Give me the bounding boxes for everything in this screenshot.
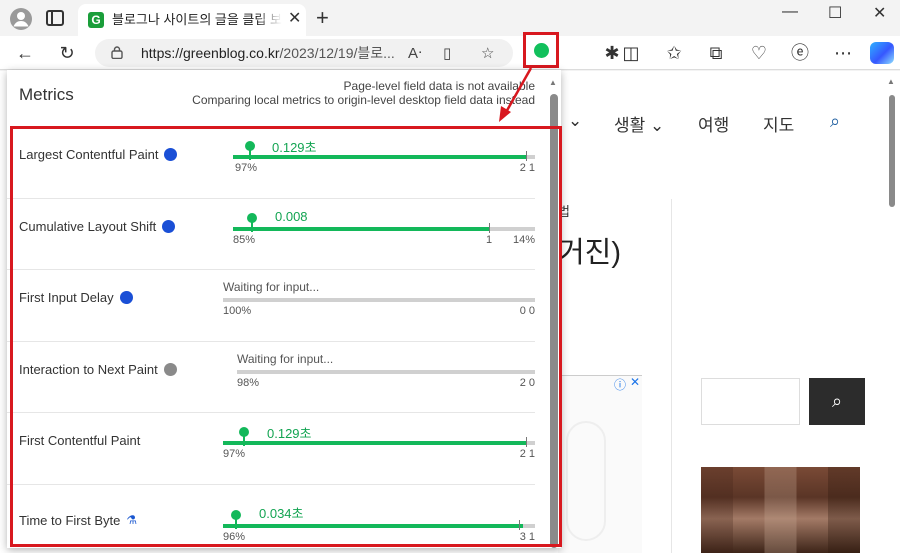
tab-actions-icon[interactable] (46, 10, 64, 26)
new-tab-icon[interactable]: + (316, 7, 329, 29)
lock-icon[interactable] (111, 46, 123, 59)
health-icon[interactable]: ♡ (748, 42, 770, 64)
ad-close-icon[interactable]: ✕ (630, 375, 640, 389)
nav-item-travel[interactable]: 여행 (698, 111, 729, 136)
nav-item-prev[interactable]: ⌄ (568, 111, 582, 131)
ad-graphic (566, 421, 606, 541)
favorites-icon[interactable]: ✩ (663, 42, 685, 64)
nav-item-map[interactable]: 지도 (763, 111, 794, 136)
page-scrollbar-thumb[interactable] (889, 95, 895, 207)
scroll-up-icon[interactable]: ▲ (887, 77, 895, 86)
read-aloud-icon[interactable]: Aᐧ (408, 44, 422, 62)
highlight-frame (10, 126, 562, 547)
refresh-icon[interactable]: ↻ (56, 42, 78, 64)
profile-icon[interactable] (10, 8, 32, 30)
sidebar-search-button[interactable]: ⌕ (809, 378, 865, 425)
collections-icon[interactable]: ⧉ (705, 42, 727, 64)
field-data-note: Page-level field data is not available C… (192, 79, 535, 107)
web-vitals-extension-button[interactable] (523, 32, 559, 68)
split-screen-icon[interactable]: ◫ (620, 42, 642, 64)
copilot-icon[interactable] (870, 42, 894, 64)
address-bar[interactable]: https://greenblog.co.kr/2023/12/19/블로...… (95, 39, 513, 67)
close-window-icon[interactable]: ✕ (873, 3, 886, 23)
annotation-arrow-icon (499, 67, 533, 122)
more-menu-icon[interactable]: ⋯ (832, 42, 854, 64)
popup-title: Metrics (19, 85, 74, 104)
site-favicon-icon: G (88, 12, 104, 28)
browser-toolbar: ← ↻ https://greenblog.co.kr/2023/12/19/블… (0, 36, 900, 70)
minimize-icon[interactable]: — (782, 3, 798, 21)
tab-title: 블로그나 사이트의 글을 클립 보드 (112, 12, 282, 27)
blurred-thumbnail-image[interactable] (701, 467, 860, 553)
edge-icon[interactable]: ⓔ (789, 42, 811, 64)
ad-info-icon[interactable]: ⓘ (614, 376, 626, 393)
nav-item-life[interactable]: 생활 ⌄ (614, 111, 664, 136)
site-search-icon[interactable]: ⌕ (830, 111, 840, 132)
favorite-star-icon[interactable]: ☆ (481, 44, 494, 62)
popup-scroll-up-icon[interactable]: ▲ (549, 78, 557, 87)
tab-close-icon[interactable]: ✕ (288, 11, 301, 27)
post-title: 거진) (558, 237, 622, 269)
url-text: https://greenblog.co.kr/2023/12/19/블로... (141, 45, 395, 61)
tab-strip: G 블로그나 사이트의 글을 클립 보드 ✕ + — ☐ ✕ (0, 0, 900, 36)
sidebar-search-input[interactable] (701, 378, 800, 425)
active-tab[interactable]: G 블로그나 사이트의 글을 클립 보드 ✕ (78, 4, 306, 36)
column-divider (671, 199, 672, 553)
maximize-icon[interactable]: ☐ (828, 3, 842, 23)
web-vitals-status-icon (534, 43, 549, 58)
back-icon[interactable]: ← (14, 42, 36, 64)
immersive-reader-icon[interactable]: ▯ (443, 44, 451, 62)
